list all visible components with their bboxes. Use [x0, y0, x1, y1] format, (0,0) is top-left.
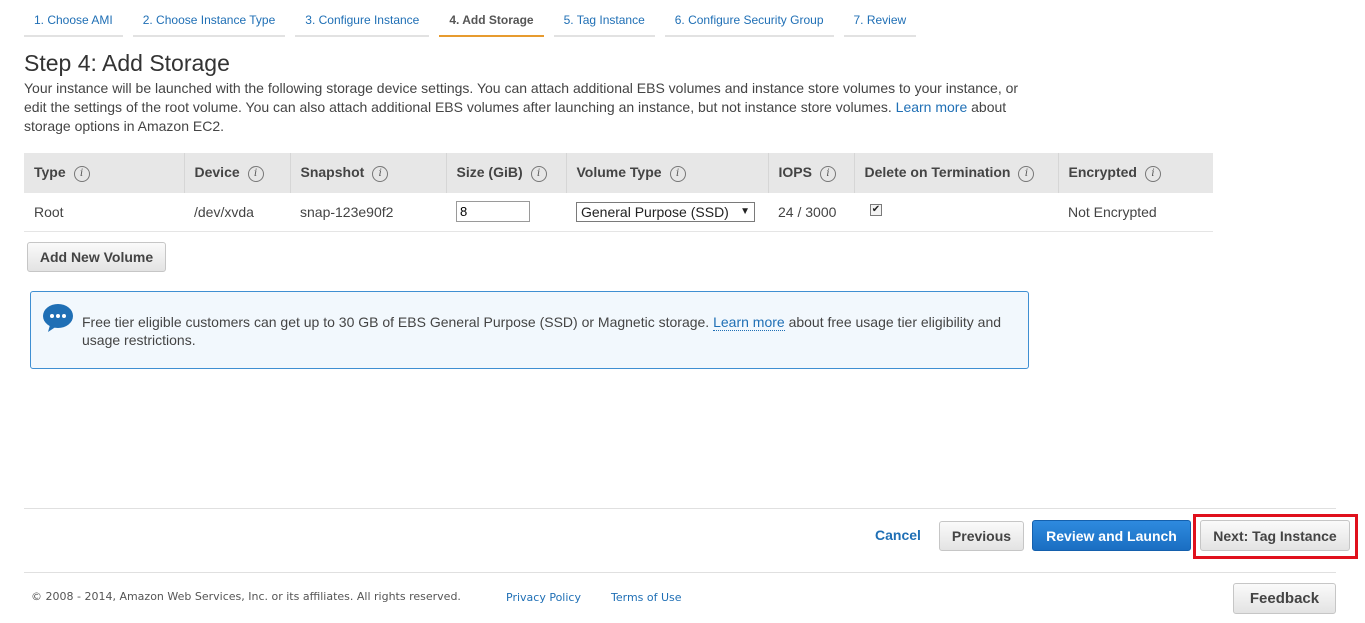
previous-button[interactable]: Previous [939, 521, 1024, 551]
privacy-policy-link[interactable]: Privacy Policy [506, 591, 581, 604]
tab-configure-security-group[interactable]: 6. Configure Security Group [664, 8, 834, 37]
column-label: Type [34, 164, 66, 181]
column-label: Size (GiB) [456, 164, 523, 181]
info-icon[interactable]: i [1144, 165, 1161, 182]
tab-configure-instance[interactable]: 3. Configure Instance [295, 8, 430, 37]
column-label: Device [194, 164, 240, 181]
storage-table: Type i Device i Snapshot i Size (GiB) i Volu… [24, 153, 1213, 232]
tab-choose-ami[interactable]: 1. Choose AMI [24, 8, 123, 37]
wizard-steps: 1. Choose AMI 2. Choose Instance Type 3.… [24, 8, 926, 37]
column-header-type: Type i [24, 153, 185, 193]
column-header-encrypted: Encrypted i [1058, 153, 1213, 193]
add-new-volume-button[interactable]: Add New Volume [27, 242, 166, 272]
cancel-button[interactable]: Cancel [875, 527, 921, 543]
cell-volume-type: General Purpose (SSD) ▼ [566, 193, 768, 232]
column-label: Snapshot [300, 164, 365, 181]
column-header-snapshot: Snapshot i [290, 153, 447, 193]
column-header-volume-type: Volume Type i [566, 153, 769, 193]
free-tier-notice: Free tier eligible customers can get up … [30, 291, 1029, 369]
copyright-text: © 2008 - 2014, Amazon Web Services, Inc.… [31, 590, 461, 603]
column-header-delete-on-termination: Delete on Termination i [854, 153, 1059, 193]
tab-choose-instance-type[interactable]: 2. Choose Instance Type [132, 8, 286, 37]
cell-delete-on-termination: ✔ [854, 193, 1058, 232]
description-text-1: Your instance will be launched with the … [24, 80, 1019, 115]
delete-on-termination-checkbox[interactable]: ✔ [870, 204, 882, 217]
info-icon[interactable]: i [247, 165, 264, 182]
info-icon[interactable]: i [372, 165, 389, 182]
cell-snapshot: snap-123e90f2 [290, 193, 446, 232]
learn-more-storage-link[interactable]: Learn more [896, 99, 968, 115]
tab-review[interactable]: 7. Review [843, 8, 917, 37]
dropdown-arrow-icon: ▼ [740, 206, 750, 218]
cell-encrypted: Not Encrypted [1058, 193, 1213, 232]
page-title: Step 4: Add Storage [24, 50, 230, 76]
cell-size [446, 193, 566, 232]
info-icon[interactable]: i [819, 165, 836, 182]
cell-device: /dev/xvda [184, 193, 290, 232]
column-label: Encrypted [1068, 164, 1137, 181]
info-icon[interactable]: i [73, 165, 90, 182]
column-header-device: Device i [184, 153, 291, 193]
page-description: Your instance will be launched with the … [24, 79, 1044, 136]
column-label: IOPS [778, 164, 812, 181]
info-icon[interactable]: i [1018, 165, 1035, 182]
terms-of-use-link[interactable]: Terms of Use [611, 591, 682, 604]
cell-type: Root [24, 193, 184, 232]
review-and-launch-button[interactable]: Review and Launch [1032, 520, 1191, 551]
feedback-button[interactable]: Feedback [1233, 583, 1336, 614]
column-label: Delete on Termination [864, 164, 1011, 181]
tab-add-storage[interactable]: 4. Add Storage [439, 8, 544, 37]
notice-text-1: Free tier eligible customers can get up … [82, 314, 714, 330]
footer-divider [24, 572, 1336, 573]
column-header-size: Size (GiB) i [446, 153, 567, 193]
tab-tag-instance[interactable]: 5. Tag Instance [553, 8, 655, 37]
actions-divider [24, 508, 1336, 509]
volume-type-value: General Purpose (SSD) [581, 203, 729, 220]
speech-bubble-icon [42, 303, 74, 336]
column-header-iops: IOPS i [768, 153, 855, 193]
table-row: Root /dev/xvda snap-123e90f2 General Pur… [24, 193, 1213, 232]
column-label: Volume Type [576, 164, 662, 181]
volume-type-select[interactable]: General Purpose (SSD) ▼ [576, 201, 755, 222]
table-header-row: Type i Device i Snapshot i Size (GiB) i Volu… [24, 153, 1213, 193]
cell-iops: 24 / 3000 [768, 193, 854, 232]
learn-more-free-tier-link[interactable]: Learn more [713, 314, 785, 331]
notice-text: Free tier eligible customers can get up … [82, 313, 1012, 349]
info-icon[interactable]: i [669, 165, 686, 182]
info-icon[interactable]: i [530, 165, 547, 182]
highlight-box [1193, 514, 1358, 559]
size-input[interactable] [456, 201, 530, 223]
